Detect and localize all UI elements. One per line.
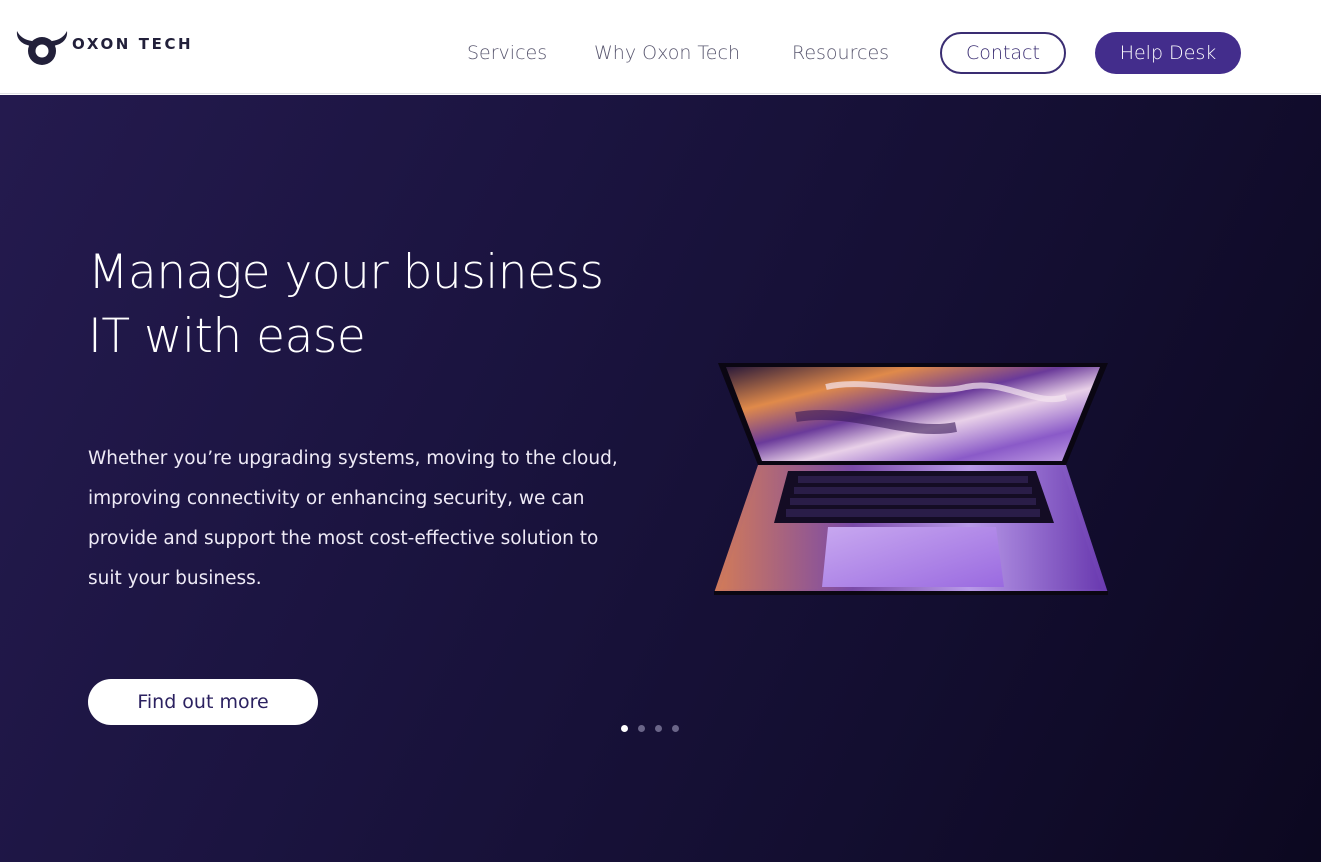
- nav-link-why-oxon-tech[interactable]: Why Oxon Tech: [594, 41, 740, 65]
- carousel-dot-4[interactable]: [672, 725, 679, 732]
- hero-description: Whether you’re upgrading systems, moving…: [88, 448, 618, 589]
- hero-title-line-1: Manage your business: [88, 245, 604, 300]
- nav-link-services[interactable]: Services: [467, 41, 547, 65]
- hero-title: Manage your business IT with ease: [88, 241, 648, 369]
- find-out-more-button[interactable]: Find out more: [88, 679, 318, 725]
- laptop-image: [714, 363, 1108, 595]
- carousel-dot-3[interactable]: [655, 725, 662, 732]
- site-header: OXON TECH Services Why Oxon Tech Resourc…: [0, 0, 1321, 94]
- carousel-indicators: [621, 725, 679, 732]
- hero-section: Manage your business IT with ease Whethe…: [0, 95, 1321, 862]
- main-nav: Services Why Oxon Tech Resources Contact…: [0, 0, 1321, 94]
- carousel-dot-2[interactable]: [638, 725, 645, 732]
- hero-title-line-2: IT with ease: [88, 309, 366, 364]
- help-desk-button[interactable]: Help Desk: [1095, 32, 1241, 74]
- carousel-dot-1[interactable]: [621, 725, 628, 732]
- nav-link-resources[interactable]: Resources: [792, 41, 889, 65]
- contact-button[interactable]: Contact: [940, 32, 1066, 74]
